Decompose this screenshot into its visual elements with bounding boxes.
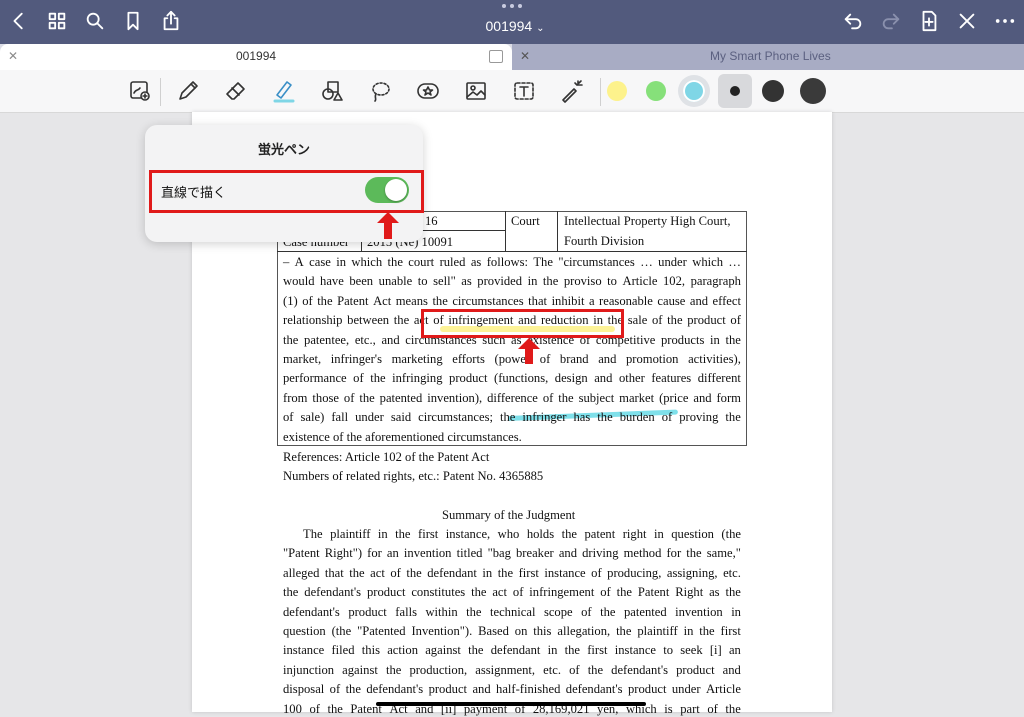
text-line: The plaintiff in the first instance, who holds t… (303, 527, 741, 541)
zoom-window-icon[interactable] (126, 78, 154, 104)
drawing-toolbar (0, 70, 1024, 113)
court-value-line2: Fourth Division (564, 234, 645, 248)
toolbar-separator (600, 78, 601, 106)
stroke-size-medium[interactable] (762, 80, 784, 102)
related-rights-line: Numbers of related rights, etc.: Patent … (283, 469, 544, 483)
text-line: "Patent Right") for an invention titled "bag br… (283, 546, 741, 561)
stroke-size-small[interactable] (730, 86, 740, 96)
pen-icon[interactable] (174, 78, 202, 104)
text-line: market, infringer's marketing efforts (power… (283, 352, 741, 366)
text-line: from those of the patented invention), differe… (283, 390, 741, 405)
document-title: 001994 (485, 18, 533, 34)
text-line: – Acase in which the court ruled as follows: The "… (283, 255, 741, 269)
text-line: existence of the aforementioned circumst… (283, 429, 522, 444)
shapes-icon[interactable] (318, 78, 346, 104)
table-row1-number: 16 (425, 214, 438, 228)
text-line: alleged that the act of the defendant in the firs… (283, 565, 741, 580)
image-icon[interactable] (462, 78, 490, 104)
popover-title: 蛍光ペン (257, 143, 310, 158)
sticker-icon[interactable] (414, 78, 442, 104)
tab-my-smart-phone-lives[interactable]: ✕ My Smart Phone Lives (512, 44, 1024, 70)
more-icon[interactable] (992, 8, 1018, 34)
stroke-size-large[interactable] (800, 78, 826, 104)
text-line: would have been unable to sell" as provided in th… (283, 274, 741, 289)
close-tab-icon[interactable]: ✕ (520, 49, 530, 63)
highlighter-icon[interactable] (270, 78, 298, 104)
add-page-icon[interactable] (916, 8, 942, 34)
split-view-icon[interactable] (489, 50, 503, 63)
text-line: instance filed this action against the defenda… (283, 643, 741, 658)
top-navigation-bar: 001994 ⌄ (0, 0, 1024, 44)
color-swatch-green[interactable] (646, 81, 666, 101)
black-pen-stroke (376, 702, 646, 706)
close-icon[interactable] (954, 8, 980, 34)
eraser-icon[interactable] (222, 78, 250, 104)
section-heading: Summary of the Judgment (442, 508, 576, 522)
close-tab-icon[interactable]: ✕ (8, 49, 18, 63)
laser-pointer-icon[interactable] (558, 78, 586, 104)
undo-icon[interactable] (840, 8, 866, 34)
search-icon[interactable] (82, 8, 108, 34)
share-icon[interactable] (158, 8, 184, 34)
bookmark-icon[interactable] (120, 8, 146, 34)
lasso-icon[interactable] (366, 78, 394, 104)
tab-label: My Smart Phone Lives (710, 49, 831, 63)
court-value-line1: Intellectual Property High Court, (564, 214, 731, 228)
text-line: injunction against the production, assignmen… (283, 662, 741, 677)
red-annotation-box-toggle (149, 170, 424, 213)
tab-label: 001994 (236, 49, 277, 63)
text-line: the defendant's product constitutes the act of… (283, 585, 741, 600)
redo-icon[interactable] (878, 8, 904, 34)
references-line: References: Article 102 of the Patent Ac… (283, 450, 490, 464)
text-line: of sale) fall under said circumstances; the inf… (283, 410, 741, 425)
document-title-menu[interactable]: 001994 ⌄ (470, 18, 560, 34)
chevron-down-icon: ⌄ (536, 23, 545, 34)
red-arrow-up-icon (518, 338, 540, 364)
red-arrow-up-icon (377, 212, 399, 239)
text-icon[interactable] (510, 78, 538, 104)
red-annotation-box-phrase (421, 309, 624, 338)
chevron-left-icon[interactable] (6, 8, 32, 34)
text-line: question (the "Patented Invention"). Based on… (283, 624, 741, 638)
text-line: performance of the infringing product (functi… (283, 371, 741, 386)
text-line: disposal of the defendant's product and half-f… (283, 682, 741, 697)
color-swatch-cyan-selected[interactable] (683, 80, 705, 102)
toolbar-separator (160, 78, 161, 106)
tab-001994[interactable]: ✕ 001994 (0, 44, 512, 71)
court-label: Court (511, 214, 540, 228)
multitasking-dots-icon[interactable] (502, 4, 522, 10)
color-swatch-yellow[interactable] (607, 81, 627, 101)
grid-icon[interactable] (44, 8, 70, 34)
text-line: (1) of the Patent Act means the circumstances th… (283, 293, 741, 308)
text-line: defendant's product falls within the technica… (283, 604, 741, 619)
